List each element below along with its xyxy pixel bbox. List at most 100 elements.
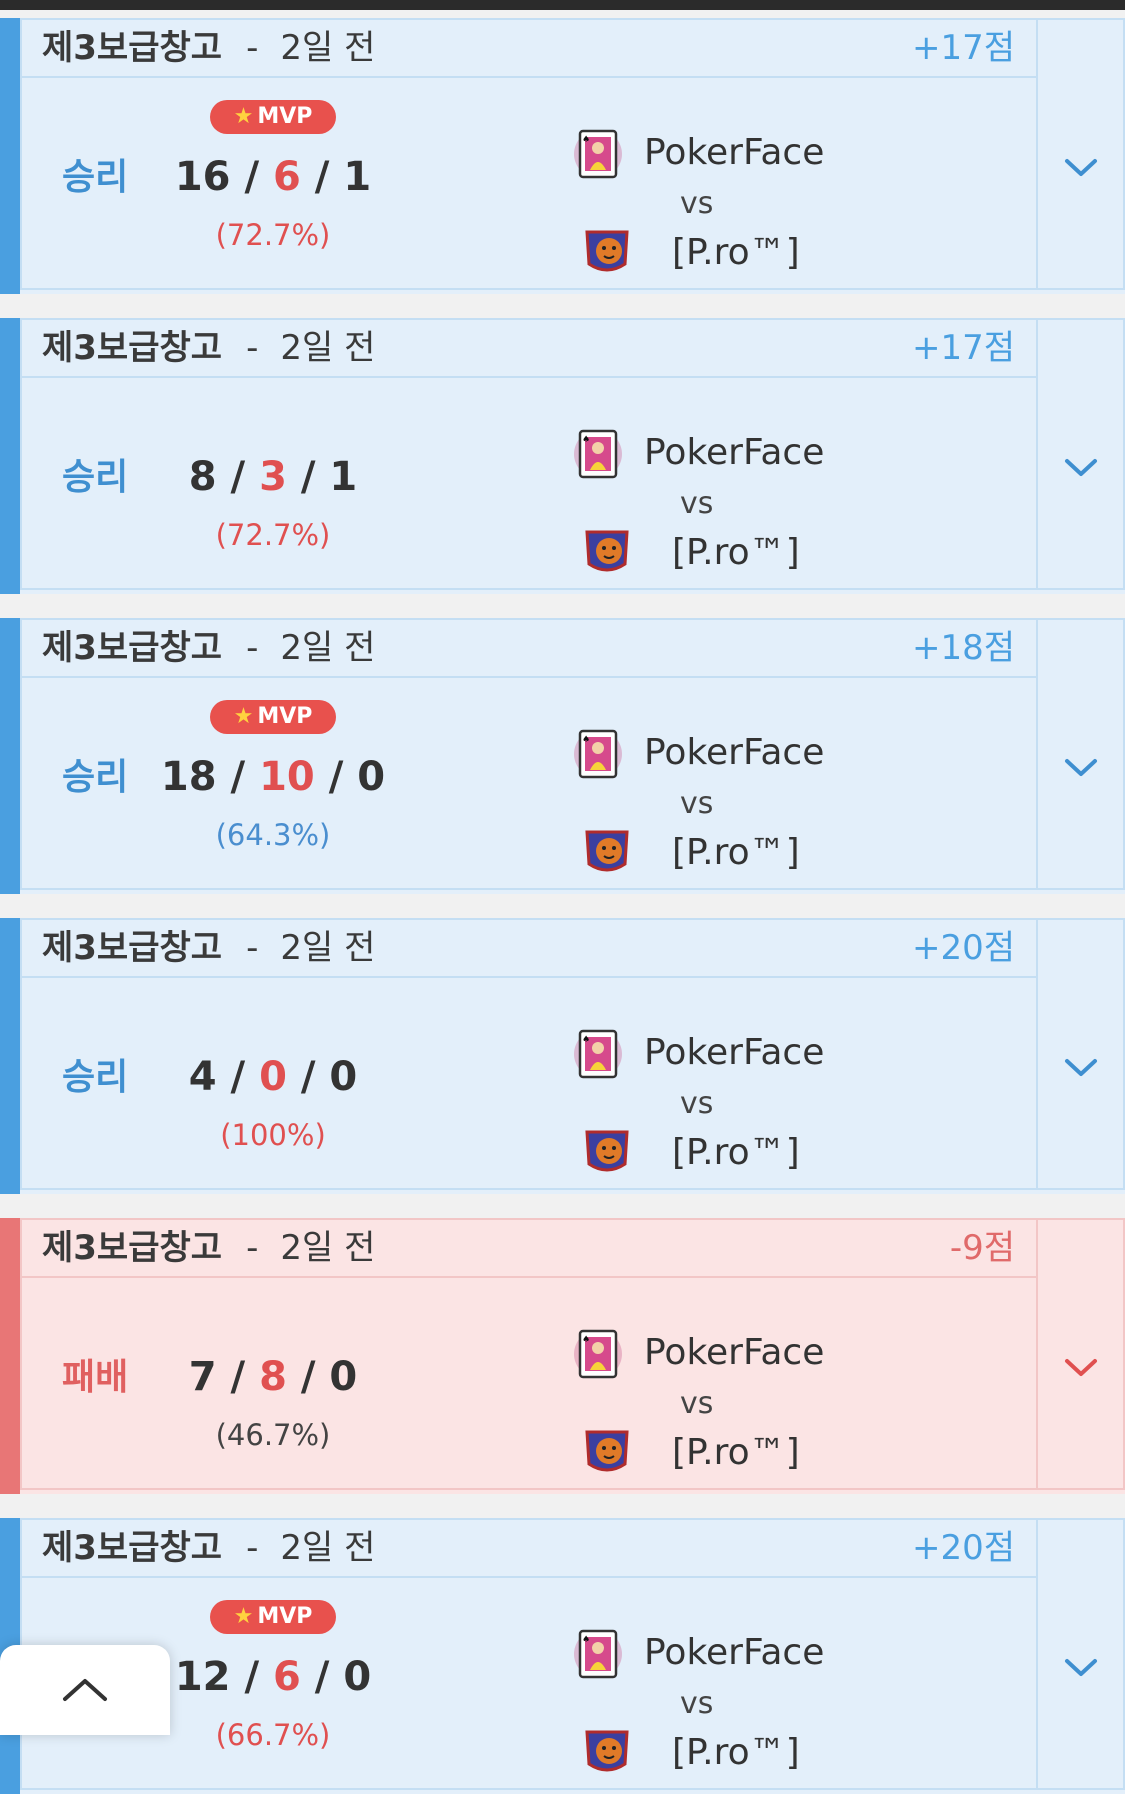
match-result: 승리: [62, 457, 129, 498]
header-divider: [20, 976, 1038, 978]
match-card[interactable]: 제3보급창고 -2일 전 +17점 승리 8 / 3 / 1 (72.7%) ♠ …: [0, 318, 1125, 594]
deaths: 0: [259, 1054, 287, 1100]
map-name: 제3보급창고: [42, 928, 223, 968]
status-bar: [0, 0, 1125, 10]
header-divider: [20, 676, 1038, 678]
header-separator: -: [246, 628, 259, 668]
kda-stats: 12 / 6 / 0: [130, 1654, 416, 1700]
result-stripe: [0, 318, 20, 594]
kill-ratio: (100%): [220, 1118, 326, 1152]
match-header: 제3보급창고 -2일 전: [42, 26, 375, 70]
header-separator: -: [246, 28, 259, 68]
team-2-name: [P.ro™]: [672, 1732, 800, 1773]
team-2-name: [P.ro™]: [672, 1132, 800, 1173]
chevron-down-icon[interactable]: [1063, 1356, 1099, 1380]
deaths: 8: [259, 1354, 287, 1400]
team-2-name: [P.ro™]: [672, 1432, 800, 1473]
header-separator: -: [246, 1228, 259, 1268]
kda-slash: /: [244, 1654, 260, 1700]
match-card[interactable]: 제3보급창고 -2일 전 -9점 패배 7 / 8 / 0 (46.7%) ♠ P…: [0, 1218, 1125, 1494]
result-stripe: [0, 618, 20, 894]
tiger-emblem-icon: [582, 1426, 632, 1476]
deaths: 6: [272, 1654, 301, 1700]
team-1-name: PokerFace: [644, 132, 825, 173]
expand-panel[interactable]: [1038, 1218, 1125, 1490]
chevron-down-icon[interactable]: [1063, 1656, 1099, 1680]
kills: 18: [160, 754, 217, 800]
expand-panel[interactable]: [1038, 1518, 1125, 1790]
kill-ratio: (46.7%): [215, 1418, 331, 1452]
match-card[interactable]: 제3보급창고 -2일 전 +18점 승리 ★ MVP 18 / 10 / 0 (64…: [0, 618, 1125, 894]
star-icon: ★: [233, 704, 254, 729]
match-header: 제3보급창고 -2일 전: [42, 1526, 375, 1570]
header-divider: [20, 1576, 1038, 1578]
svg-text:♠: ♠: [582, 1335, 590, 1345]
match-result: 승리: [62, 1057, 129, 1098]
kda-slash: /: [300, 1354, 316, 1400]
scroll-to-top-button[interactable]: [0, 1645, 170, 1735]
svg-text:♠: ♠: [582, 1635, 590, 1645]
match-card[interactable]: 제3보급창고 -2일 전 +17점 승리 ★ MVP 16 / 6 / 1 (72.…: [0, 18, 1125, 294]
tiger-emblem-icon: [582, 526, 632, 576]
map-name: 제3보급창고: [42, 28, 223, 68]
expand-panel[interactable]: [1038, 618, 1125, 890]
match-time: 2일 전: [280, 28, 376, 68]
playing-card-emblem-icon: ♠: [573, 1028, 623, 1080]
points-change: -9점: [949, 1228, 1015, 1268]
match-header: 제3보급창고 -2일 전: [42, 926, 375, 970]
header-separator: -: [246, 328, 259, 368]
map-name: 제3보급창고: [42, 1228, 223, 1268]
vs-label: vs: [680, 1686, 714, 1721]
result-stripe: [0, 18, 20, 294]
kda-slash: /: [314, 1654, 330, 1700]
assists: 1: [343, 154, 372, 200]
svg-text:♠: ♠: [582, 735, 590, 745]
map-name: 제3보급창고: [42, 328, 223, 368]
expand-panel[interactable]: [1038, 318, 1125, 590]
expand-panel[interactable]: [1038, 918, 1125, 1190]
kill-ratio: (66.7%): [215, 1718, 331, 1752]
header-divider: [20, 376, 1038, 378]
kills: 12: [174, 1654, 231, 1700]
tiger-emblem-icon: [582, 826, 632, 876]
kills: 7: [188, 1354, 217, 1400]
kda-stats: 8 / 3 / 1: [130, 454, 416, 500]
vs-label: vs: [680, 486, 714, 521]
chevron-down-icon[interactable]: [1063, 456, 1099, 480]
chevron-down-icon[interactable]: [1063, 156, 1099, 180]
assists: 0: [329, 1354, 358, 1400]
deaths: 10: [259, 754, 315, 800]
match-header: 제3보급창고 -2일 전: [42, 626, 375, 670]
chevron-down-icon[interactable]: [1063, 1056, 1099, 1080]
mvp-label: MVP: [257, 104, 313, 129]
match-time: 2일 전: [280, 1528, 376, 1568]
team-1-name: PokerFace: [644, 432, 825, 473]
points-change: +18점: [911, 628, 1015, 668]
match-card[interactable]: 제3보급창고 -2일 전 +20점 승리 4 / 0 / 0 (100%) ♠ P…: [0, 918, 1125, 1194]
match-time: 2일 전: [280, 1228, 376, 1268]
mvp-badge: ★ MVP: [210, 1600, 336, 1634]
points-change: +20점: [911, 1528, 1015, 1568]
kills: 4: [188, 1054, 217, 1100]
mvp-badge: ★ MVP: [210, 100, 336, 134]
kda-slash: /: [230, 754, 246, 800]
points-change: +17점: [911, 28, 1015, 68]
team-1-name: PokerFace: [644, 1032, 825, 1073]
playing-card-emblem-icon: ♠: [573, 428, 623, 480]
tiger-emblem-icon: [582, 1726, 632, 1776]
points-change: +20점: [911, 928, 1015, 968]
assists: 0: [357, 754, 386, 800]
chevron-down-icon[interactable]: [1063, 756, 1099, 780]
kda-stats: 16 / 6 / 1: [130, 154, 416, 200]
assists: 1: [329, 454, 358, 500]
kill-ratio: (64.3%): [215, 818, 331, 852]
expand-panel[interactable]: [1038, 18, 1125, 290]
match-result: 패배: [62, 1357, 129, 1398]
vs-label: vs: [680, 1086, 714, 1121]
kda-stats: 18 / 10 / 0: [130, 754, 416, 800]
kda-slash: /: [230, 1354, 246, 1400]
team-1-name: PokerFace: [644, 732, 825, 773]
vs-label: vs: [680, 1386, 714, 1421]
deaths: 6: [272, 154, 301, 200]
kda-slash: /: [300, 454, 316, 500]
